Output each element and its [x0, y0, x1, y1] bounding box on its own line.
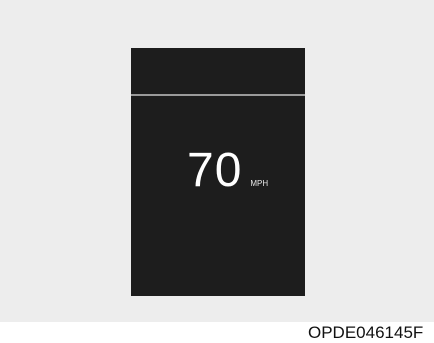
cluster-display: 70 MPH: [131, 48, 305, 296]
speed-value: 70: [187, 144, 243, 197]
figure-code: OPDE046145F: [308, 323, 424, 342]
speed-unit: MPH: [250, 179, 269, 188]
display-divider: [131, 94, 305, 96]
speed-readout: 70 MPH: [187, 147, 268, 195]
